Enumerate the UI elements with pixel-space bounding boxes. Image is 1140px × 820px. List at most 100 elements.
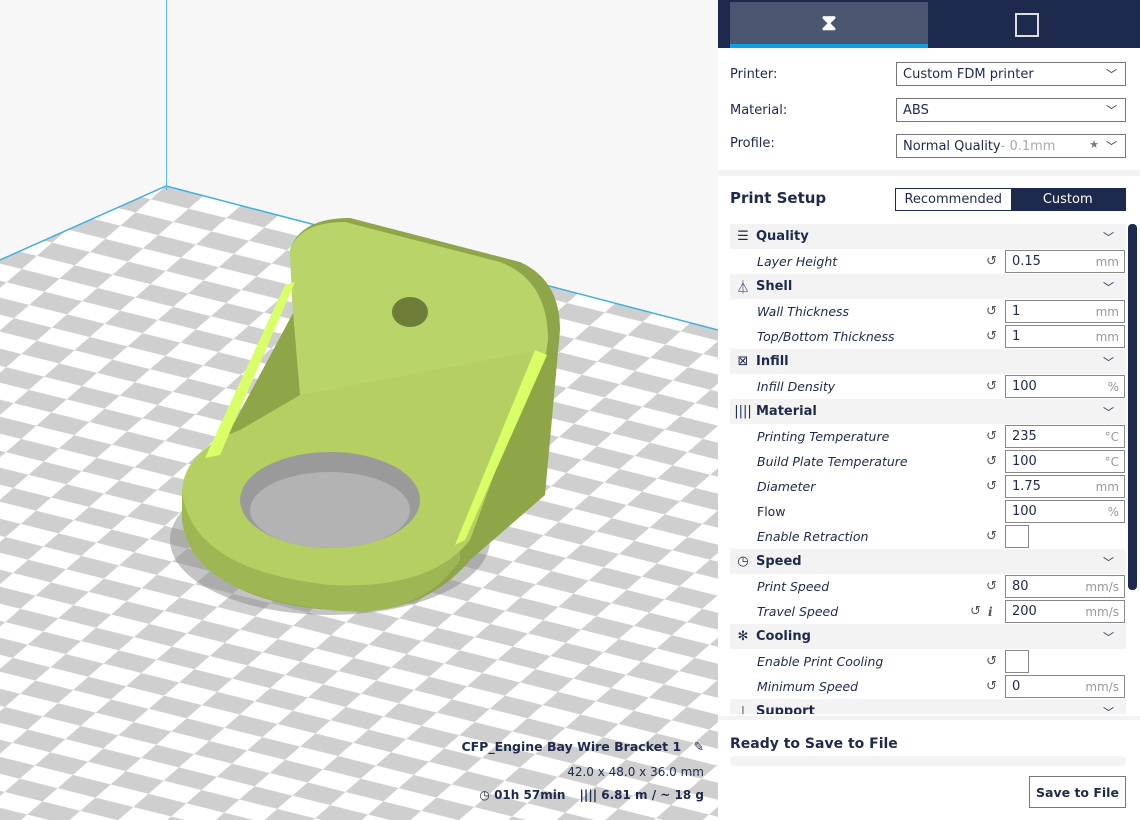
setting-value: 0.15 [1012, 254, 1041, 269]
setting-input[interactable]: 0.15 mm [1005, 250, 1125, 273]
model-mount-hole [392, 297, 428, 327]
profile-label: Profile: [730, 135, 775, 151]
recommended-button[interactable]: Recommended [896, 189, 1011, 210]
reset-icon[interactable]: ↺ [986, 654, 997, 669]
category-label: Material [756, 404, 817, 419]
printer-monitor-icon [1015, 13, 1039, 37]
setting-label: Diameter [757, 479, 816, 494]
reset-icon[interactable]: ↺ [986, 479, 997, 494]
setting-value: 100 [1012, 454, 1037, 469]
setting-input[interactable]: 0 mm/s [1005, 675, 1125, 698]
custom-button[interactable]: Custom [1010, 189, 1125, 210]
setting-row: Infill Density ↺ 100% [730, 374, 1126, 399]
3d-viewport[interactable]: CFP_Engine Bay Wire Bracket 1 ✎ 42.0 x 4… [0, 0, 718, 820]
setting-value: 200 [1012, 604, 1037, 619]
chevron-down-icon: ﹀ [1103, 355, 1114, 369]
setting-value: 1 [1012, 329, 1021, 344]
setting-label: Minimum Speed [757, 679, 859, 694]
material-value: ABS [903, 102, 929, 118]
setting-value: 235 [1012, 429, 1037, 444]
setting-value: 100 [1012, 504, 1037, 519]
reset-icon[interactable]: ↺ [970, 604, 981, 619]
filament-icon: |||| [579, 788, 598, 802]
profile-select[interactable]: Normal Quality - 0.1mm ★ ﹀ [896, 134, 1126, 158]
setting-row: Top/Bottom Thickness ↺ 1 mm [730, 324, 1126, 349]
reset-icon[interactable]: ↺ [986, 379, 997, 394]
setting-row: Enable Retraction ↺ [730, 524, 1126, 549]
chevron-down-icon: ﹀ [1103, 230, 1114, 244]
star-icon[interactable]: ★ [1089, 138, 1099, 151]
setting-label: Layer Height [757, 254, 838, 269]
setting-input[interactable]: 1 mm [1005, 300, 1125, 323]
sidebar: ⧗ Printer: Custom FDM printer ﹀ Material:… [718, 0, 1140, 820]
setting-input[interactable]: 80 mm/s [1005, 575, 1125, 598]
setting-unit: mm [1095, 329, 1119, 344]
setting-row: Travel Speed ↺ i 200 mm/s [730, 599, 1126, 624]
reset-icon[interactable]: ↺ [986, 454, 997, 469]
reset-icon[interactable]: ↺ [986, 679, 997, 694]
setting-input[interactable]: 1.75 mm [1005, 475, 1125, 498]
profile-suffix: - 0.1mm [1000, 138, 1056, 154]
support-icon: ⊥ [737, 704, 749, 714]
setting-unit: % [1107, 504, 1119, 519]
reset-icon[interactable]: ↺ [986, 329, 997, 344]
model-bracket[interactable] [0, 0, 718, 820]
setting-input[interactable]: 100% [1005, 500, 1125, 523]
category-support[interactable]: ⊥ Support ﹀ [730, 699, 1126, 714]
reset-icon[interactable]: ↺ [986, 579, 997, 594]
chevron-down-icon: ﹀ [1103, 705, 1114, 715]
setting-row: Minimum Speed ↺ 0 mm/s [730, 674, 1126, 699]
category-infill[interactable]: ⊠ Infill ﹀ [730, 349, 1126, 374]
category-label: Support [756, 704, 815, 714]
object-name-row: CFP_Engine Bay Wire Bracket 1 ✎ [461, 739, 704, 754]
chevron-down-icon: ﹀ [1103, 555, 1114, 569]
chevron-down-icon: ﹀ [1103, 630, 1114, 644]
setting-input[interactable]: 1 mm [1005, 325, 1125, 348]
tab-print-settings[interactable]: ⧗ [730, 2, 928, 48]
setting-label: Print Speed [757, 579, 830, 594]
tab-printer-monitor[interactable] [928, 2, 1126, 48]
setting-label: Enable Retraction [757, 529, 869, 544]
category-cooling[interactable]: ✻ Cooling ﹀ [730, 624, 1126, 649]
reset-icon[interactable]: ↺ [986, 304, 997, 319]
setting-row: Enable Print Cooling ↺ [730, 649, 1126, 674]
setting-input[interactable]: 235 °C [1005, 425, 1125, 448]
reset-icon[interactable]: ↺ [986, 429, 997, 444]
printer-select[interactable]: Custom FDM printer ﹀ [896, 62, 1126, 86]
printer-label: Printer: [730, 66, 778, 82]
save-to-file-button[interactable]: Save to File [1029, 776, 1126, 808]
category-shell[interactable]: ⏃ Shell ﹀ [730, 274, 1126, 299]
print-estimate: ◷ 01h 57min |||| 6.81 m / ~ 18 g [479, 788, 704, 802]
chevron-down-icon: ﹀ [1103, 405, 1114, 419]
setting-input[interactable]: 100 °C [1005, 450, 1125, 473]
reset-icon[interactable]: ↺ [986, 529, 997, 544]
model-hole-floor [250, 472, 410, 548]
edit-pencil-icon[interactable]: ✎ [694, 739, 704, 754]
chevron-down-icon: ﹀ [1103, 280, 1114, 294]
output-status: Ready to Save to File [730, 736, 898, 752]
setting-row: Diameter ↺ 1.75 mm [730, 474, 1126, 499]
setting-value: 100 [1012, 379, 1037, 394]
setting-label: Flow [757, 504, 786, 519]
setting-checkbox[interactable] [1005, 525, 1029, 548]
setting-input[interactable]: 100% [1005, 375, 1125, 398]
material-select[interactable]: ABS ﹀ [896, 98, 1126, 122]
object-name: CFP_Engine Bay Wire Bracket 1 [461, 739, 682, 754]
category-material[interactable]: |||| Material ﹀ [730, 399, 1126, 424]
speed-icon: ◷ [737, 554, 749, 569]
divider [718, 170, 1140, 176]
category-quality[interactable]: ☰ Quality ﹀ [730, 224, 1126, 249]
material-label: Material: [730, 102, 788, 118]
clock-icon: ◷ [479, 788, 490, 802]
settings-scrollbar[interactable] [1128, 224, 1137, 590]
setting-checkbox[interactable] [1005, 650, 1029, 673]
category-speed[interactable]: ◷ Speed ﹀ [730, 549, 1126, 574]
setting-label: Infill Density [757, 379, 836, 394]
mode-tabs: ⧗ [718, 0, 1140, 48]
reset-icon[interactable]: ↺ [986, 254, 997, 269]
info-icon[interactable]: i [988, 605, 993, 619]
setting-row: Layer Height ↺ 0.15 mm [730, 249, 1126, 274]
setting-input[interactable]: 200 mm/s [1005, 600, 1125, 623]
setting-row: Print Speed ↺ 80 mm/s [730, 574, 1126, 599]
shell-icon: ⏃ [736, 281, 750, 296]
